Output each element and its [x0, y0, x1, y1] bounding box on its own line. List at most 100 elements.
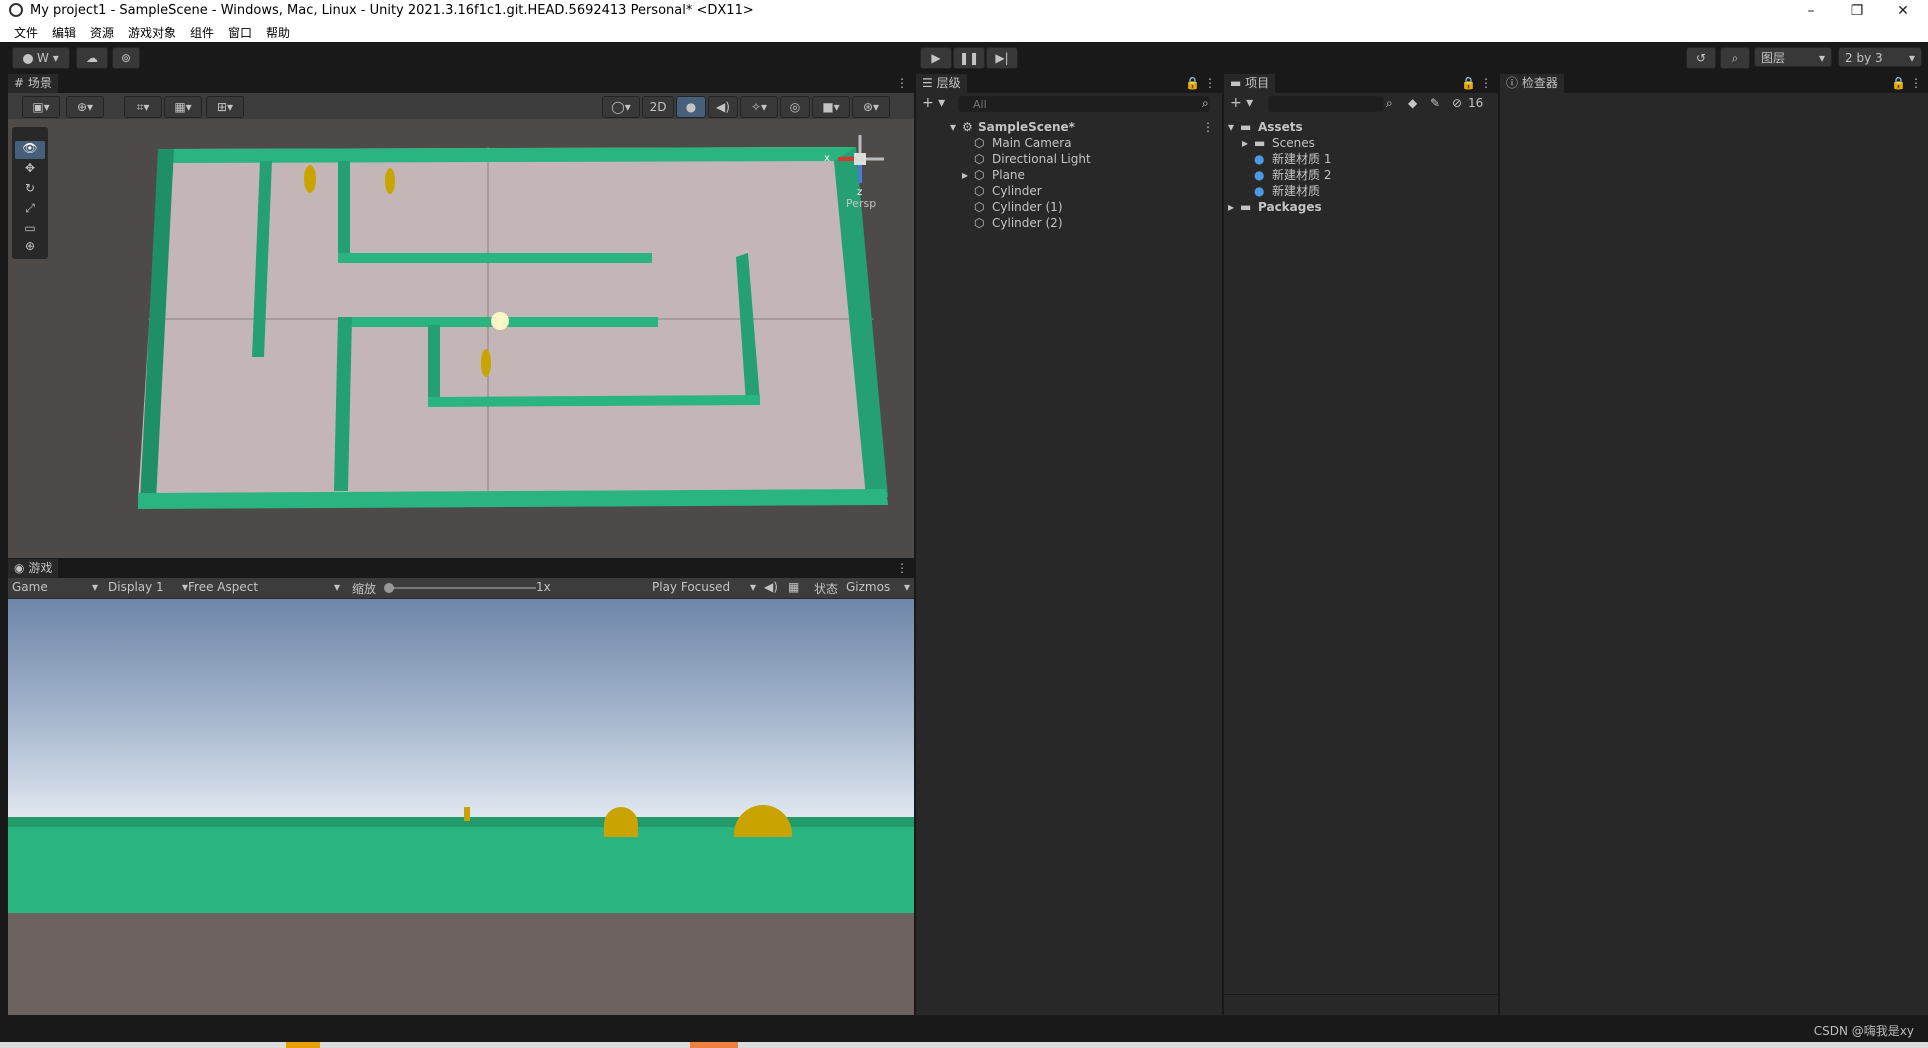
mode-2d-button[interactable]: 2D: [642, 96, 674, 118]
scene-root-row[interactable]: ▾ ⚙ SampleScene* ⋮: [916, 119, 1222, 135]
scene-viewport[interactable]: x z Persp 👁 ✥ ↻ ⤢ ▭ ⊕: [8, 119, 914, 558]
list-item[interactable]: ⬡ Cylinder (1): [916, 199, 1222, 215]
tab-game[interactable]: ◉ 游戏: [8, 559, 59, 578]
list-item[interactable]: ⬡ Cylinder: [916, 183, 1222, 199]
search-button[interactable]: ⌕: [1720, 47, 1750, 69]
wall-inner-8: [428, 395, 760, 407]
minimize-button[interactable]: –: [1788, 0, 1834, 22]
render-mode-button[interactable]: ◯▾: [602, 96, 640, 118]
expand-arrow-icon[interactable]: ▾: [950, 119, 956, 135]
chevron-down-icon: ▾: [749, 580, 756, 594]
menu-window[interactable]: 窗口: [228, 24, 252, 41]
expand-arrow-icon[interactable]: ▸: [1228, 199, 1234, 215]
game-viewport[interactable]: [8, 599, 914, 1015]
layers-label: 图层: [1761, 51, 1786, 65]
create-asset-button[interactable]: + ▾: [1230, 95, 1253, 111]
tab-inspector[interactable]: ⓘ 检查器: [1500, 74, 1564, 93]
list-item[interactable]: ⬡ Cylinder (2): [916, 215, 1222, 231]
stats-button[interactable]: 状态: [814, 580, 838, 597]
hierarchy-tree: ▾ ⚙ SampleScene* ⋮ ⬡ Main Camera ⬡ Direc…: [916, 115, 1222, 1015]
step-button[interactable]: ▶|: [986, 47, 1018, 69]
rect-tool-button[interactable]: ▭: [15, 221, 45, 239]
scene-visibility-icon[interactable]: ⌕: [1202, 96, 1209, 111]
more-options-icon[interactable]: ⋮: [1202, 119, 1214, 135]
tab-hierarchy[interactable]: ☰ 层级: [916, 74, 967, 93]
watermark: CSDN @嗨我是xy: [1813, 1024, 1914, 1038]
lock-icon[interactable]: 🔒: [1185, 76, 1200, 90]
menu-component[interactable]: 组件: [190, 24, 214, 41]
more-options-icon[interactable]: ⋮: [896, 561, 908, 575]
folder-packages[interactable]: ▸ ▬ Packages: [1224, 199, 1498, 215]
view-tool-button[interactable]: 👁: [15, 141, 45, 159]
list-item[interactable]: ⬡ Main Camera: [916, 135, 1222, 151]
more-options-icon[interactable]: ⋮: [896, 76, 908, 90]
folder-scenes[interactable]: ▸ ▬ Scenes: [1224, 135, 1498, 151]
filter-type-icon[interactable]: ⌕: [1386, 96, 1393, 111]
account-button[interactable]: W ▾: [12, 47, 70, 69]
more-options-icon[interactable]: ⋮: [1204, 76, 1216, 90]
menu-edit[interactable]: 编辑: [52, 24, 76, 41]
draw-mode-button[interactable]: ▣▾: [22, 96, 60, 118]
menu-help[interactable]: 帮助: [266, 24, 290, 41]
scale-tool-button[interactable]: ⤢: [15, 201, 45, 219]
play-mode-dropdown[interactable]: Play Focused ▾: [652, 580, 756, 594]
rotate-tool-button[interactable]: ↻: [15, 181, 45, 199]
persp-label[interactable]: Persp: [846, 197, 876, 210]
expand-arrow-icon[interactable]: ▾: [1228, 119, 1234, 135]
audio-button[interactable]: ◀): [708, 96, 738, 118]
cloud-button[interactable]: ☁: [76, 47, 108, 69]
play-button[interactable]: ▶: [920, 47, 952, 69]
effects-button[interactable]: ✧▾: [740, 96, 778, 118]
expand-arrow-icon[interactable]: ▸: [962, 167, 968, 183]
increment-snap-button[interactable]: ⊞▾: [206, 96, 244, 118]
add-object-button[interactable]: + ▾: [922, 95, 945, 111]
grid-button[interactable]: ▦▾: [164, 96, 202, 118]
maximize-button[interactable]: ❐: [1834, 0, 1880, 22]
material-item[interactable]: ● 新建材质: [1224, 183, 1498, 199]
material-item[interactable]: ● 新建材质 2: [1224, 167, 1498, 183]
scale-slider-handle[interactable]: [384, 583, 394, 593]
pause-button[interactable]: ❚❚: [953, 47, 985, 69]
aspect-dropdown[interactable]: Free Aspect ▾: [188, 580, 340, 594]
transform-tool-button[interactable]: ⊕: [15, 239, 45, 257]
folder-assets[interactable]: ▾ ▬ Assets: [1224, 119, 1498, 135]
display-dropdown[interactable]: Display 1 ▾: [108, 580, 188, 594]
expand-arrow-icon[interactable]: ▸: [1242, 135, 1248, 151]
visibility-button[interactable]: ◎: [780, 96, 810, 118]
tab-project[interactable]: ▬ 项目: [1224, 74, 1276, 93]
lock-icon[interactable]: 🔒: [1891, 76, 1906, 90]
more-options-icon[interactable]: ⋮: [1910, 76, 1922, 90]
list-item[interactable]: ▸ ⬡ Plane: [916, 167, 1222, 183]
grid-snap-button[interactable]: ⌗▾: [124, 96, 162, 118]
menu-assets[interactable]: 资源: [90, 24, 114, 41]
more-options-icon[interactable]: ⋮: [1480, 76, 1492, 90]
gizmos-dropdown[interactable]: Gizmos ▾: [846, 580, 910, 594]
hidden-packages-icon[interactable]: ⊘: [1452, 96, 1462, 110]
menu-file[interactable]: 文件: [14, 24, 38, 41]
lighting-button[interactable]: ●: [676, 96, 706, 118]
keyboard-icon[interactable]: ▦: [788, 580, 799, 594]
collab-icon: ⊚: [120, 51, 132, 65]
chevron-down-icon: ▾: [903, 580, 910, 594]
hierarchy-search-input[interactable]: [958, 96, 1210, 112]
layout-dropdown[interactable]: 2 by 3 ▾: [1838, 47, 1922, 67]
tag-icon[interactable]: ✎: [1430, 96, 1440, 110]
filter-label-icon[interactable]: ◆: [1408, 96, 1417, 110]
camera-button[interactable]: ■▾: [812, 96, 850, 118]
mute-audio-icon[interactable]: ◀): [764, 580, 778, 594]
move-tool-button[interactable]: ✥: [15, 161, 45, 179]
history-button[interactable]: ↺: [1686, 47, 1716, 69]
project-search-input[interactable]: [1268, 96, 1384, 112]
close-button[interactable]: ✕: [1880, 0, 1926, 22]
list-item[interactable]: ⬡ Directional Light: [916, 151, 1222, 167]
lock-icon[interactable]: 🔒: [1461, 76, 1476, 90]
collab-button[interactable]: ⊚: [112, 47, 140, 69]
tab-scene[interactable]: # 场景: [8, 74, 58, 93]
layers-dropdown[interactable]: 图层 ▾: [1754, 47, 1832, 67]
scale-slider[interactable]: [384, 583, 536, 593]
game-view-dropdown[interactable]: Game ▾: [12, 580, 98, 594]
material-item[interactable]: ● 新建材质 1: [1224, 151, 1498, 167]
menu-gameobject[interactable]: 游戏对象: [128, 24, 176, 41]
global-button[interactable]: ⊕▾: [66, 96, 104, 118]
scene-gizmos-button[interactable]: ⊛▾: [852, 96, 890, 118]
